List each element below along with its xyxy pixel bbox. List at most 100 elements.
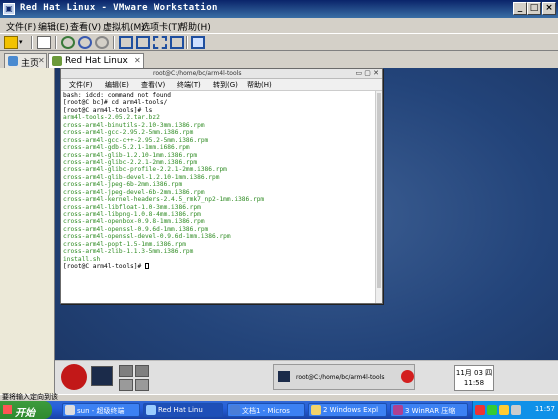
terminal-cursor xyxy=(144,263,149,270)
windows-logo-icon xyxy=(3,405,12,414)
snapshot-icon[interactable] xyxy=(95,36,109,49)
guest-panel: root@C:/home/bc/arm4l-tools 11月 03 四 11:… xyxy=(55,360,558,394)
minimize-button[interactable]: _ xyxy=(513,2,527,15)
terminal-line: cross-arm4l-glibc-profile-2.2.1-2mm.i386… xyxy=(63,166,227,174)
redhat-menu-icon[interactable] xyxy=(61,364,87,390)
terminal-line: [root@C bc]# cd arm4l-tools/ xyxy=(63,99,168,107)
terminal-line: cross-arm4l-popt-1.5-1mm.i386.rpm xyxy=(63,240,186,248)
take-snapshot-icon[interactable] xyxy=(78,36,92,49)
terminal-window-controls-icon[interactable]: ▭ ▢ ✕ xyxy=(355,69,379,77)
taskbar-item-word[interactable]: 文档1 - Micros xyxy=(227,403,305,417)
terminal-line: cross-arm4l-gcc-2.95.2-5mm.i386.rpm xyxy=(63,129,194,137)
taskbar-item-hyperterminal[interactable]: sun - 超级终端 xyxy=(62,403,140,417)
tray-clock[interactable]: 11:57 xyxy=(535,405,555,413)
vmware-icon xyxy=(146,405,156,415)
menu-vm[interactable]: 虚拟机(M) xyxy=(103,20,145,33)
toolbar-separator xyxy=(55,36,57,49)
menu-view[interactable]: 查看(V) xyxy=(70,20,101,33)
terminal-menu-help[interactable]: 帮助(H) xyxy=(247,80,272,90)
tray-network-icon[interactable] xyxy=(487,405,497,415)
vmware-icon: ▣ xyxy=(3,3,15,15)
menu-file[interactable]: 文件(F) xyxy=(6,20,36,33)
quick-switch-icon[interactable] xyxy=(136,36,150,49)
workspace-2[interactable] xyxy=(135,365,149,377)
terminal-line: cross-arm4l-openssl-devel-0.9.6d-1mm.i38… xyxy=(63,233,231,241)
tray-app-icon[interactable] xyxy=(475,405,485,415)
terminal-menu-go[interactable]: 转到(G) xyxy=(213,80,238,90)
menu-help[interactable]: 帮助(H) xyxy=(179,20,211,33)
clock-date: 11月 03 四 xyxy=(455,369,493,377)
workspace-3[interactable] xyxy=(119,379,133,391)
winrar-icon xyxy=(393,405,403,415)
tab-red-hat-label: Red Hat Linux xyxy=(65,56,128,66)
terminal-title-bar[interactable]: root@C:/home/bc/arm4l-tools ▭ ▢ ✕ xyxy=(61,69,382,79)
terminal-line: cross-arm4l-kernel-headers-2.4.5_rmk7_np… xyxy=(63,196,265,204)
window-title: Red Hat Linux - VMware Workstation xyxy=(20,3,218,13)
terminal-line: arm4l-tools-2.05.2.tar.bz2 xyxy=(63,114,160,122)
guest-task-label: root@C:/home/bc/arm4l-tools xyxy=(296,374,385,381)
folder-icon xyxy=(311,405,321,415)
workspace-1[interactable] xyxy=(119,365,133,377)
terminal-line: [root@C arm4l-tools]# xyxy=(63,263,375,270)
tray-volume-icon[interactable] xyxy=(499,405,509,415)
terminal-line: cross-arm4l-libfloat-1.0-3mm.i386.rpm xyxy=(63,203,201,211)
terminal-launcher-icon[interactable] xyxy=(91,366,113,386)
terminal-menu-file[interactable]: 文件(F) xyxy=(69,80,93,90)
taskbar-item-label: 3 WinRAR 压缩 xyxy=(405,407,456,415)
taskbar-item-label: sun - 超级终端 xyxy=(77,407,125,415)
terminal-line: cross-arm4l-jpeg-devel-6b-2mm.i386.rpm xyxy=(63,188,205,196)
window-title-bar: ▣ Red Hat Linux - VMware Workstation _ □… xyxy=(0,0,558,18)
update-alert-icon[interactable] xyxy=(401,370,414,383)
tab-close-icon[interactable]: ✕ xyxy=(134,56,141,65)
tab-close-icon[interactable]: ✕ xyxy=(38,56,45,65)
snapshot-manager-icon[interactable] xyxy=(37,36,51,49)
menu-edit[interactable]: 编辑(E) xyxy=(38,20,69,33)
menu-tabs[interactable]: 选项卡(T) xyxy=(141,20,181,33)
guest-task-terminal[interactable]: root@C:/home/bc/arm4l-tools xyxy=(273,364,415,390)
start-label: 开始 xyxy=(15,408,35,419)
terminal-line: cross-arm4l-jpeg-6b-2mm.i386.rpm xyxy=(63,181,183,189)
tab-bar: 主页 ✕ Red Hat Linux ✕ xyxy=(0,51,558,69)
terminal-line: bash: idcd: command not found xyxy=(63,92,172,99)
revert-snapshot-icon[interactable] xyxy=(61,36,75,49)
home-icon xyxy=(8,56,18,66)
terminal-scrollbar[interactable] xyxy=(375,91,382,303)
terminal-menu-terminal[interactable]: 终端(T) xyxy=(177,80,201,90)
terminal-menu-edit[interactable]: 编辑(E) xyxy=(105,80,129,90)
menu-bar: 文件(F) 编辑(E) 查看(V) 虚拟机(M) 选项卡(T) 帮助(H) xyxy=(0,18,558,33)
terminal-line: cross-arm4l-gdb-5.2.1-1mm.i686.rpm xyxy=(63,144,190,152)
terminal-line: cross-arm4l-glib-1.2.10-1mm.i386.rpm xyxy=(63,151,198,159)
clock-time: 11:58 xyxy=(463,379,485,387)
hyperterminal-icon xyxy=(65,405,75,415)
terminal-output[interactable]: bash: idcd: command not found [root@C bc]… xyxy=(63,92,375,301)
guest-clock[interactable]: 11月 03 四 11:58 xyxy=(454,365,494,391)
taskbar-item-label: 文档1 - Micros xyxy=(242,407,290,415)
show-sidebar-icon[interactable] xyxy=(119,36,133,49)
terminal-line: cross-arm4l-openbox-0.9.8-1mm.i386.rpm xyxy=(63,218,205,226)
toolbar-separator xyxy=(31,36,33,49)
scrollbar-thumb[interactable] xyxy=(377,93,381,288)
console-view-icon[interactable] xyxy=(191,36,205,49)
close-button[interactable]: × xyxy=(542,2,556,15)
fullscreen-icon[interactable] xyxy=(153,36,167,49)
power-icon[interactable] xyxy=(4,36,18,49)
start-button[interactable]: 开始 xyxy=(0,401,52,419)
terminal-window[interactable]: root@C:/home/bc/arm4l-tools ▭ ▢ ✕ 文件(F) … xyxy=(60,68,383,304)
maximize-button[interactable]: □ xyxy=(527,2,541,15)
unity-icon[interactable] xyxy=(170,36,184,49)
terminal-line: [root@C arm4l-tools]# ls xyxy=(63,106,153,114)
vmware-status-bar: 要将输入定向到该 xyxy=(0,393,558,401)
taskbar-item-explorer[interactable]: 2 Windows Expl xyxy=(308,403,387,417)
terminal-line: cross-arm4l-binutils-2.10-3mm.i386.rpm xyxy=(63,121,205,129)
taskbar-item-vmware[interactable]: Red Hat Linu xyxy=(143,403,223,417)
toolbar-separator xyxy=(186,36,188,49)
tray-misc-icon[interactable] xyxy=(511,405,521,415)
taskbar-item-winrar[interactable]: 3 WinRAR 压缩 xyxy=(390,403,468,417)
toolbar-separator xyxy=(113,36,115,49)
terminal-menu-view[interactable]: 查看(V) xyxy=(141,80,165,90)
tab-home[interactable]: 主页 ✕ xyxy=(4,53,47,69)
taskbar-item-label: 2 Windows Expl xyxy=(323,406,379,414)
terminal-line: cross-arm4l-openssl-0.9.6d-1mm.i386.rpm xyxy=(63,225,209,233)
workspace-4[interactable] xyxy=(135,379,149,391)
tab-red-hat-linux[interactable]: Red Hat Linux ✕ xyxy=(48,53,144,68)
